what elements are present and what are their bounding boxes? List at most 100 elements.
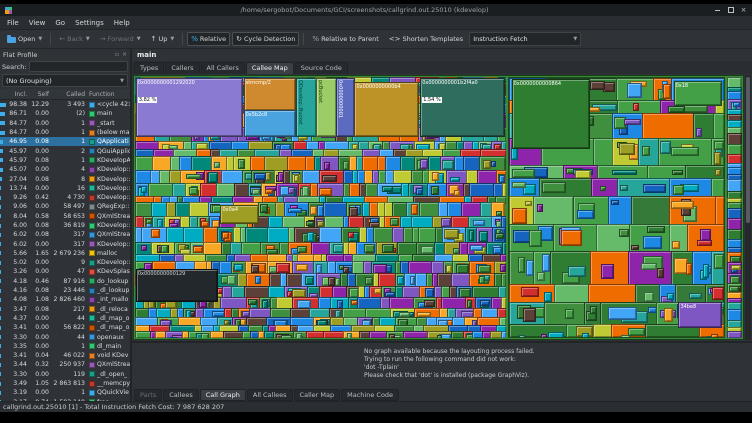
map-cell[interactable] xyxy=(222,231,229,239)
map-cell[interactable] xyxy=(511,147,519,161)
map-cell[interactable] xyxy=(566,323,596,337)
table-row[interactable]: 45.97 0.08 1 KDevelopA xyxy=(0,156,130,165)
map-region[interactable]: 0x0000000001292020 3.82 % xyxy=(135,77,243,138)
map-cell[interactable] xyxy=(548,331,565,337)
titlebar[interactable]: /home/sergobot/Documents/GCI/screenshots… xyxy=(0,4,752,16)
map-cell[interactable] xyxy=(437,334,443,338)
map-cell[interactable] xyxy=(254,276,262,284)
column-incl[interactable]: Incl. xyxy=(0,91,29,98)
map-cell[interactable] xyxy=(669,178,714,199)
map-cell[interactable] xyxy=(572,196,611,226)
map-cell[interactable] xyxy=(479,230,488,242)
map-cell[interactable] xyxy=(490,160,497,167)
table-row[interactable]: 45.07 0.00 4 KDevelop:: xyxy=(0,165,130,174)
map-cell[interactable] xyxy=(713,141,724,151)
map-cell[interactable] xyxy=(304,276,314,285)
up-button[interactable]: ↑ Up ▼ xyxy=(147,32,179,46)
map-cell[interactable] xyxy=(346,333,352,338)
map-cell[interactable] xyxy=(508,196,536,226)
minimize-button[interactable] xyxy=(714,7,721,14)
map-cell[interactable] xyxy=(297,245,307,253)
table-row[interactable]: 84.77 0.00 1 _start xyxy=(0,119,130,128)
search-input[interactable] xyxy=(28,61,128,72)
map-cell[interactable] xyxy=(518,257,525,273)
map-cell[interactable] xyxy=(469,245,484,251)
map-cell[interactable] xyxy=(187,331,212,338)
map-cell[interactable] xyxy=(280,335,293,338)
map-cell[interactable] xyxy=(529,230,542,247)
table-row[interactable]: 3.30 0.00 44 openaux xyxy=(0,332,130,341)
map-region[interactable]: 0x0a4 xyxy=(220,204,259,224)
map-cell[interactable] xyxy=(702,263,710,278)
column-function[interactable]: Function xyxy=(87,91,130,98)
map-cell[interactable] xyxy=(508,223,556,253)
map-region[interactable]: QDevelop::Bucket xyxy=(295,77,317,138)
map-cell[interactable] xyxy=(533,196,575,226)
map-cell[interactable] xyxy=(426,331,453,338)
map-cell[interactable] xyxy=(616,78,655,103)
map-cell[interactable] xyxy=(666,292,674,300)
tab-parts[interactable]: Parts xyxy=(134,388,163,401)
map-cell[interactable] xyxy=(611,137,641,167)
map-cell[interactable] xyxy=(423,299,436,308)
relative-toggle[interactable]: % Relative xyxy=(187,32,231,46)
map-cell[interactable] xyxy=(306,220,314,226)
map-cell[interactable] xyxy=(587,78,619,103)
map-cell[interactable] xyxy=(641,113,695,140)
map-cell[interactable] xyxy=(628,327,646,336)
map-cell[interactable] xyxy=(632,102,640,112)
map-cell[interactable] xyxy=(550,250,593,287)
map-cell[interactable] xyxy=(672,241,681,250)
map-cell[interactable] xyxy=(673,184,684,195)
open-button[interactable]: Open ▼ xyxy=(3,32,46,46)
map-cell[interactable] xyxy=(309,205,317,215)
map-cell[interactable] xyxy=(671,250,695,287)
map-cell[interactable] xyxy=(561,230,583,247)
tab-all-callees[interactable]: All Callees xyxy=(246,388,293,401)
map-cell[interactable] xyxy=(590,250,630,287)
map-cell[interactable] xyxy=(544,301,586,326)
map-cell[interactable] xyxy=(712,113,724,140)
map-region[interactable]: 34be8 xyxy=(678,302,722,328)
map-cell[interactable] xyxy=(508,323,569,337)
map-cell[interactable] xyxy=(363,244,376,254)
table-row[interactable]: 9.06 0.00 58 497 QRegExp:: xyxy=(0,202,130,211)
map-cell[interactable] xyxy=(253,172,267,181)
tab-caller-map[interactable]: Caller Map xyxy=(293,388,341,401)
map-cell[interactable] xyxy=(248,299,258,306)
map-cell[interactable] xyxy=(668,196,717,226)
maximize-button[interactable] xyxy=(727,7,734,14)
map-cell[interactable] xyxy=(238,159,245,170)
table-row[interactable]: 3.30 0.00 119 _dl_open_ xyxy=(0,370,130,379)
map-cell[interactable] xyxy=(601,264,614,280)
map-cell[interactable] xyxy=(398,311,410,317)
map-cell[interactable] xyxy=(593,137,614,167)
map-cell[interactable] xyxy=(607,307,638,321)
map-cell[interactable] xyxy=(273,331,295,338)
callee-treemap[interactable]: 0x0000000001292020 3.82 % strncmp/2 0x5b2c8… xyxy=(133,75,744,340)
map-region[interactable]: strncmp/2 xyxy=(243,77,296,111)
table-row[interactable]: 3.47 0.08 217 _dl_reloca xyxy=(0,305,130,314)
map-cell[interactable] xyxy=(276,263,291,274)
map-cell[interactable] xyxy=(611,169,637,176)
map-cell[interactable] xyxy=(628,223,672,253)
relative-to-parent-toggle[interactable]: % Relative to Parent xyxy=(308,32,382,46)
map-cell[interactable] xyxy=(478,264,491,273)
map-cell[interactable] xyxy=(657,267,664,278)
map-cell[interactable] xyxy=(186,173,201,180)
map-cell[interactable] xyxy=(642,235,662,249)
map-cell[interactable] xyxy=(589,306,597,314)
table-row[interactable]: 4.37 0.00 44 _dl_map_o xyxy=(0,314,130,323)
map-cell[interactable] xyxy=(713,151,722,165)
map-cell[interactable] xyxy=(689,293,703,300)
map-cell[interactable] xyxy=(641,146,651,156)
tab-callee-map[interactable]: Callee Map xyxy=(245,62,294,74)
menu-go[interactable]: Go xyxy=(50,19,70,27)
map-cell[interactable] xyxy=(188,187,199,196)
map-cell[interactable] xyxy=(390,218,399,227)
map-region[interactable]: pcBucket xyxy=(316,77,337,138)
map-cell[interactable] xyxy=(348,232,355,238)
map-cell[interactable] xyxy=(328,277,335,286)
map-cell[interactable] xyxy=(500,263,506,273)
map-cell[interactable] xyxy=(411,204,419,216)
